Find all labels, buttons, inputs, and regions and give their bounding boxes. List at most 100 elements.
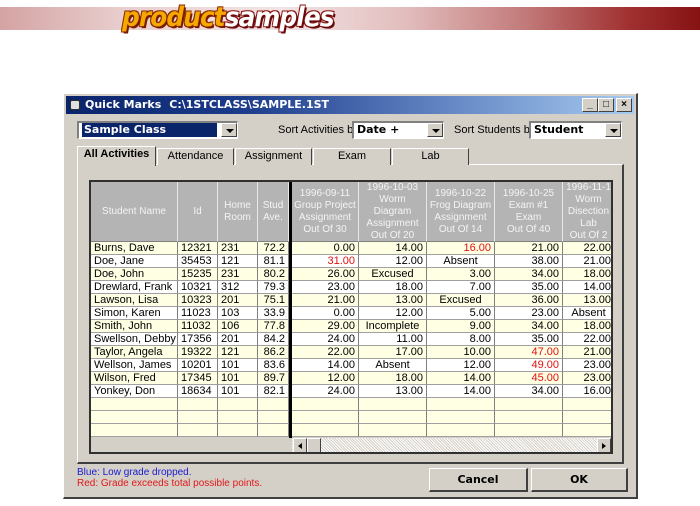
empty-cell[interactable] bbox=[258, 411, 289, 424]
grid-cell-room[interactable]: 201 bbox=[218, 294, 258, 307]
grid-cell-mark[interactable]: 31.00 bbox=[292, 255, 359, 268]
grid-cell-ave[interactable]: 89.7 bbox=[258, 372, 289, 385]
grid-cell-mark[interactable]: 18.00 bbox=[359, 281, 427, 294]
grid-cell-mark[interactable]: 11.00 bbox=[359, 333, 427, 346]
tab-attendance[interactable]: Attendance bbox=[157, 148, 234, 165]
empty-cell[interactable] bbox=[563, 411, 611, 424]
empty-cell[interactable] bbox=[218, 411, 258, 424]
grid-cell-mark[interactable]: Absent bbox=[427, 255, 495, 268]
grid-cell-mark[interactable]: 36.00 bbox=[495, 294, 563, 307]
grid-cell-id[interactable]: 10201 bbox=[178, 359, 218, 372]
grid-cell-mark[interactable]: 21.00 bbox=[292, 294, 359, 307]
grid-cell-room[interactable]: 231 bbox=[218, 242, 258, 255]
grid-cell-mark[interactable]: 18.00 bbox=[563, 320, 611, 333]
grid-cell-room[interactable]: 121 bbox=[218, 255, 258, 268]
grid-cell-ave[interactable]: 72.2 bbox=[258, 242, 289, 255]
grid-cell-mark[interactable]: 21.00 bbox=[563, 255, 611, 268]
empty-cell[interactable] bbox=[218, 398, 258, 411]
grid-cell-id[interactable]: 18634 bbox=[178, 385, 218, 398]
grid-cell-mark[interactable]: Absent bbox=[563, 307, 611, 320]
sort-students-select[interactable]: Student bbox=[529, 121, 622, 139]
grid-cell-mark[interactable]: 23.00 bbox=[563, 372, 611, 385]
grid-cell-mark[interactable]: 23.00 bbox=[495, 307, 563, 320]
grid-cell-mark[interactable]: 14.00 bbox=[292, 359, 359, 372]
marks-grid[interactable]: Student Name Id Home Room Stud Ave. 1996-09-… bbox=[89, 180, 613, 454]
empty-cell[interactable] bbox=[427, 398, 495, 411]
grid-cell-mark[interactable]: 34.00 bbox=[495, 320, 563, 333]
grid-cell-room[interactable]: 231 bbox=[218, 268, 258, 281]
grid-cell-mark[interactable]: 22.00 bbox=[563, 242, 611, 255]
ok-button[interactable]: OK bbox=[531, 468, 628, 492]
grid-cell-mark[interactable]: 21.00 bbox=[495, 242, 563, 255]
grid-cell-mark[interactable]: 8.00 bbox=[427, 333, 495, 346]
grid-cell-mark[interactable]: 12.00 bbox=[427, 359, 495, 372]
grid-cell-mark[interactable]: 22.00 bbox=[563, 333, 611, 346]
empty-cell[interactable] bbox=[258, 398, 289, 411]
grid-cell-mark[interactable]: 16.00 bbox=[563, 385, 611, 398]
grid-cell-mark[interactable]: 13.00 bbox=[359, 294, 427, 307]
empty-cell[interactable] bbox=[91, 398, 178, 411]
grid-cell-mark[interactable]: 5.00 bbox=[427, 307, 495, 320]
grid-cell-name[interactable]: Taylor, Angela bbox=[91, 346, 178, 359]
grid-cell-id[interactable]: 10321 bbox=[178, 281, 218, 294]
tab-lab[interactable]: Lab bbox=[392, 148, 469, 165]
tab-assignment[interactable]: Assignment bbox=[235, 148, 312, 165]
grid-cell-mark[interactable]: 34.00 bbox=[495, 385, 563, 398]
grid-cell-ave[interactable]: 83.6 bbox=[258, 359, 289, 372]
grid-cell-mark[interactable]: 16.00 bbox=[427, 242, 495, 255]
scroll-right-icon[interactable] bbox=[597, 438, 611, 452]
grid-cell-mark[interactable]: 3.00 bbox=[427, 268, 495, 281]
grid-cell-name[interactable]: Burns, Dave bbox=[91, 242, 178, 255]
grid-cell-ave[interactable]: 82.1 bbox=[258, 385, 289, 398]
activity-column-header[interactable]: 1996-10-03 Worm Diagram Assignment Out O… bbox=[359, 182, 427, 242]
grid-cell-mark[interactable]: 12.00 bbox=[359, 307, 427, 320]
grid-cell-ave[interactable]: 79.3 bbox=[258, 281, 289, 294]
grid-cell-mark[interactable]: 23.00 bbox=[292, 281, 359, 294]
grid-cell-id[interactable]: 11023 bbox=[178, 307, 218, 320]
grid-cell-name[interactable]: Smith, John bbox=[91, 320, 178, 333]
grid-cell-name[interactable]: Yonkey, Don bbox=[91, 385, 178, 398]
grid-cell-mark[interactable]: 23.00 bbox=[563, 359, 611, 372]
grid-cell-mark[interactable]: Excused bbox=[359, 268, 427, 281]
grid-cell-mark[interactable]: 34.00 bbox=[495, 268, 563, 281]
grid-cell-mark[interactable]: 29.00 bbox=[292, 320, 359, 333]
grid-cell-room[interactable]: 121 bbox=[218, 346, 258, 359]
grid-cell-mark[interactable]: 26.00 bbox=[292, 268, 359, 281]
minimize-button[interactable]: _ bbox=[582, 98, 598, 112]
empty-cell[interactable] bbox=[359, 424, 427, 437]
maximize-button[interactable]: □ bbox=[598, 98, 614, 112]
empty-cell[interactable] bbox=[178, 398, 218, 411]
grid-cell-mark[interactable]: 35.00 bbox=[495, 333, 563, 346]
empty-cell[interactable] bbox=[563, 398, 611, 411]
activity-column-header[interactable]: 1996-11-1 Worm Disection Lab Out Of 2 bbox=[563, 182, 611, 242]
grid-cell-ave[interactable]: 77.8 bbox=[258, 320, 289, 333]
sort-activities-select[interactable]: Date + bbox=[352, 121, 444, 139]
grid-cell-room[interactable]: 101 bbox=[218, 359, 258, 372]
class-select[interactable]: Sample Class bbox=[77, 121, 238, 139]
empty-cell[interactable] bbox=[292, 411, 359, 424]
activity-column-header[interactable]: 1996-09-11 Group Project Assignment Out … bbox=[292, 182, 359, 242]
grid-cell-mark[interactable]: Absent bbox=[359, 359, 427, 372]
empty-cell[interactable] bbox=[178, 411, 218, 424]
grid-cell-room[interactable]: 101 bbox=[218, 385, 258, 398]
empty-cell[interactable] bbox=[495, 424, 563, 437]
grid-cell-room[interactable]: 103 bbox=[218, 307, 258, 320]
grid-cell-mark[interactable]: 22.00 bbox=[292, 346, 359, 359]
grid-cell-mark[interactable]: 7.00 bbox=[427, 281, 495, 294]
grid-cell-mark[interactable]: 13.00 bbox=[563, 294, 611, 307]
grid-cell-mark[interactable]: 0.00 bbox=[292, 307, 359, 320]
empty-cell[interactable] bbox=[427, 411, 495, 424]
empty-cell[interactable] bbox=[258, 424, 289, 437]
grid-cell-id[interactable]: 17345 bbox=[178, 372, 218, 385]
close-button[interactable]: × bbox=[616, 98, 632, 112]
grid-cell-mark[interactable]: 9.00 bbox=[427, 320, 495, 333]
grid-cell-room[interactable]: 106 bbox=[218, 320, 258, 333]
grid-cell-mark[interactable]: 0.00 bbox=[292, 242, 359, 255]
grid-cell-name[interactable]: Drewlard, Frank bbox=[91, 281, 178, 294]
grid-cell-room[interactable]: 101 bbox=[218, 372, 258, 385]
grid-cell-name[interactable]: Wellson, James bbox=[91, 359, 178, 372]
grid-cell-id[interactable]: 10323 bbox=[178, 294, 218, 307]
grid-cell-mark[interactable]: 12.00 bbox=[359, 255, 427, 268]
activity-column-header[interactable]: 1996-10-25 Exam #1 Exam Out Of 40 bbox=[495, 182, 563, 242]
chevron-down-icon[interactable] bbox=[221, 123, 237, 137]
